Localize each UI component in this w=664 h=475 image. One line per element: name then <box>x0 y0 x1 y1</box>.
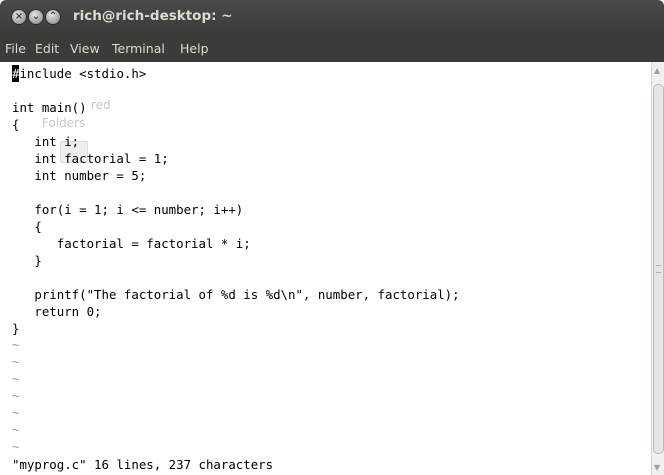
minimize-button[interactable]: ⌄ <box>29 10 43 24</box>
empty-line-tilde: ~ <box>12 337 20 352</box>
desktop-ghost-shared: red <box>91 98 111 112</box>
code-line-1: #include <stdio.h> <box>12 65 147 82</box>
close-button[interactable]: × <box>12 10 26 24</box>
desktop-ghost-folders: Folders <box>42 116 86 130</box>
code-line-15: return 0; <box>12 304 102 319</box>
empty-line-tilde: ~ <box>12 439 20 454</box>
menu-view[interactable]: View <box>70 41 100 56</box>
window-title: rich@rich-desktop: ~ <box>73 8 233 24</box>
menu-edit[interactable]: Edit <box>35 41 59 56</box>
empty-line-tilde: ~ <box>12 354 20 369</box>
code-line-12: } <box>12 253 42 268</box>
code-line-4: { <box>12 117 20 132</box>
vertical-scrollbar[interactable]: ▲ ▼ <box>651 62 664 475</box>
scroll-thumb[interactable] <box>653 84 664 454</box>
code-line-16: } <box>12 321 20 336</box>
code-line-7: int number = 5; <box>12 168 147 183</box>
scroll-up-icon[interactable]: ▲ <box>654 67 660 75</box>
menu-bar: File Edit View Terminal Help <box>0 34 664 62</box>
code-line-5: int i; <box>12 134 80 149</box>
code-line-11: factorial = factorial * i; <box>12 236 251 251</box>
code-line-9: for(i = 1; i <= number; i++) <box>12 202 244 217</box>
status-line: "myprog.c" 16 lines, 237 characters <box>12 457 274 472</box>
menu-terminal[interactable]: Terminal <box>112 41 165 56</box>
vi-editor[interactable]: red Folders #include <stdio.h> int main(… <box>0 62 651 475</box>
code-line-14: printf("The factorial of %d is %d\n", nu… <box>12 287 460 302</box>
maximize-button[interactable]: ⌃ <box>46 10 60 24</box>
menu-help[interactable]: Help <box>180 41 209 56</box>
terminal-window: × ⌄ ⌃ rich@rich-desktop: ~ File Edit Vie… <box>0 0 664 475</box>
title-bar[interactable]: × ⌄ ⌃ rich@rich-desktop: ~ <box>0 0 664 34</box>
scroll-down-icon[interactable]: ▼ <box>654 464 660 472</box>
menu-file[interactable]: File <box>5 41 26 56</box>
code-line-3: int main() <box>12 100 87 115</box>
empty-line-tilde: ~ <box>12 371 20 386</box>
empty-line-tilde: ~ <box>12 422 20 437</box>
code-line-6: int factorial = 1; <box>12 151 169 166</box>
grip-icon <box>656 265 661 273</box>
code-line-10: { <box>12 219 42 234</box>
empty-line-tilde: ~ <box>12 388 20 403</box>
empty-line-tilde: ~ <box>12 405 20 420</box>
